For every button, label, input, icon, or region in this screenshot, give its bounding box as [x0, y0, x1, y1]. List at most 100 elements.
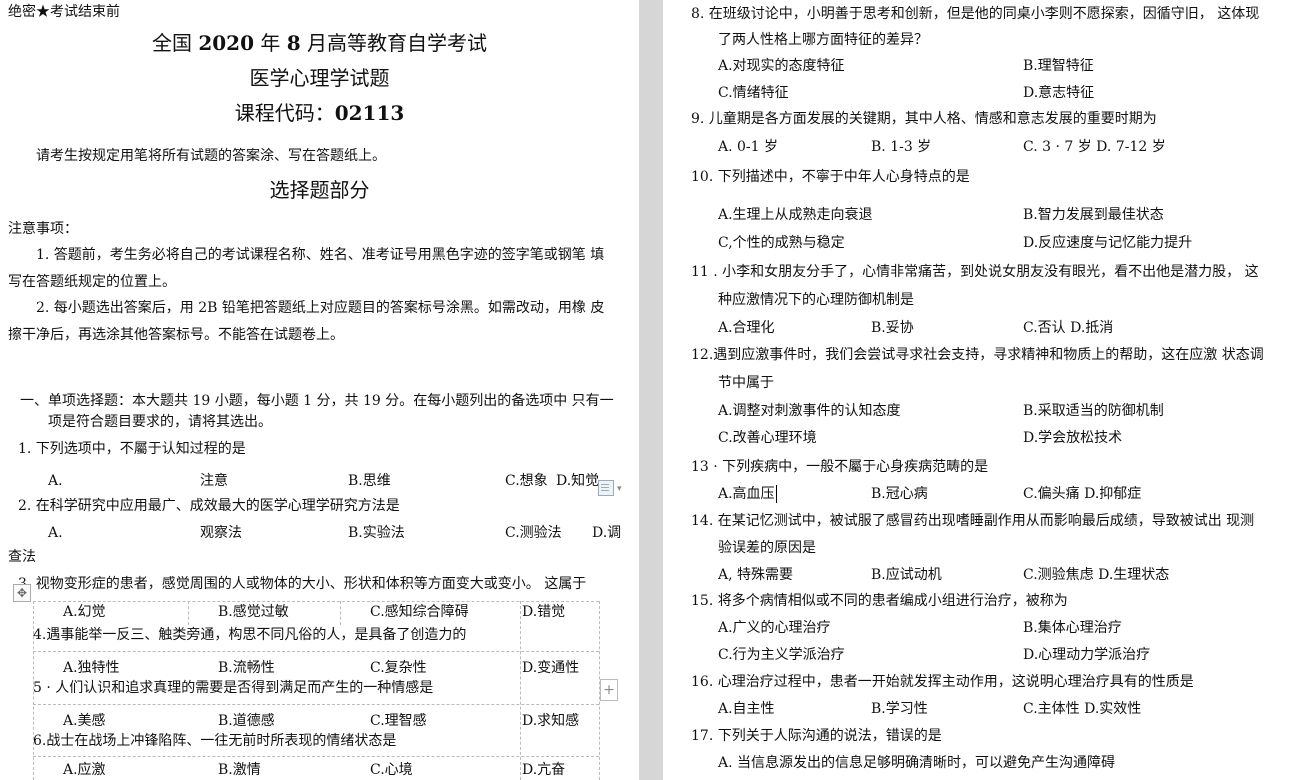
- q15-option-a: A.广义的心理治疗: [718, 620, 831, 636]
- q10-option-a: A.生理上从成熟走向衰退: [718, 207, 873, 223]
- q14-option-a: A, 特殊需要: [718, 567, 794, 583]
- table-gridline: [33, 601, 599, 602]
- q14-option-b: B.应试动机: [871, 567, 942, 583]
- q15-option-d: D.心理动力学派治疗: [1023, 647, 1151, 663]
- table-gridline: [33, 704, 599, 705]
- question-5: 5 · 人们认识和追求真理的需要是否得到满足而产生的一种情感是: [33, 680, 434, 696]
- q15-option-b: B.集体心理治疗: [1023, 620, 1122, 636]
- q3-option-d: D.错觉: [522, 604, 566, 620]
- question-9: 9. 儿童期是各方面发展的关键期，其中人格、情感和意志发展的重要时期为: [691, 111, 1157, 127]
- q5-option-c: C.理智感: [370, 713, 427, 729]
- question-6: 6.战士在战场上冲锋陷阵、一往无前时所表现的情绪状态是: [33, 733, 397, 749]
- question-4: 4.遇事能举一反三、触类旁通，构思不同凡俗的人，是具备了创造力的: [33, 627, 467, 643]
- q4-option-c: C.复杂性: [370, 660, 427, 676]
- confidentiality-label: 绝密★考试结束前: [8, 4, 120, 20]
- q3-option-c: C.感知综合障碍: [370, 604, 469, 620]
- q8-option-d: D.意志特征: [1023, 85, 1095, 101]
- note-1-line-1: 1. 答题前，考生务必将自己的考试课程名称、姓名、准考证号用黑色字迹的签字笔或钢…: [36, 247, 605, 263]
- q2-option-c: C.测验法: [505, 525, 562, 541]
- q5-option-b: B.道德感: [218, 713, 275, 729]
- question-8-line-2: 了两人性格上哪方面特征的差异？: [718, 32, 928, 48]
- q5-option-d: D.求知感: [522, 713, 580, 729]
- question-14-line-2: 验误差的原因是: [718, 540, 816, 556]
- q4-option-d: D.变通性: [522, 660, 580, 676]
- question-12-line-1: 12.遇到应激事件时，我们会尝试寻求社会支持，寻求精神和物质上的帮助，这在应激 …: [691, 347, 1264, 363]
- note-2-line-1: 2. 每小题选出答案后，用 2B 铅笔把答题纸上对应题目的答案标号涂黑。如需改动…: [36, 300, 605, 316]
- q10-option-c: C,个性的成熟与稳定: [718, 235, 845, 251]
- q4-option-b: B.流畅性: [218, 660, 275, 676]
- q2-option-a: A.: [48, 525, 63, 541]
- table-gridline: [33, 756, 599, 757]
- table-gridline: [33, 651, 599, 652]
- q9-option-b: B. 1-3 岁: [871, 139, 932, 155]
- question-16: 16. 心理治疗过程中，患者一开始就发挥主动作用，这说明心理治疗具有的性质是: [691, 674, 1194, 690]
- q10-option-d: D.反应速度与记忆能力提升: [1023, 235, 1193, 251]
- table-add-column-button[interactable]: +: [600, 679, 618, 701]
- notes-title: 注意事项：: [8, 221, 78, 237]
- q11-option-b: B.妥协: [871, 320, 914, 336]
- note-2-line-2: 擦干净后，再选涂其他答案标号。不能答在试题卷上。: [8, 327, 344, 343]
- paste-options-caret-icon[interactable]: ▾: [617, 484, 622, 494]
- q2-option-d-wrap: 查法: [8, 549, 36, 565]
- q13-option-a: A.高血压: [718, 486, 775, 502]
- section-title: 选择题部分: [269, 178, 370, 202]
- question-14-line-1: 14. 在某记忆测试中，被试服了感冒药出现嗜睡副作用从而影响最后成绩，导致被试出…: [691, 513, 1255, 529]
- q16-option-cd: C.主体性 D.实效性: [1023, 701, 1142, 717]
- instruction-text: 请考生按规定用笔将所有试题的答案涂、写在答题纸上。: [36, 148, 386, 164]
- q3-option-a: A.幻觉: [63, 604, 106, 620]
- question-11-line-1: 11 . 小李和女朋友分手了，心情非常痛苦，到处说女朋友没有眼光，看不出他是潜力…: [691, 264, 1259, 280]
- question-2: 2. 在科学研究中应用最广、成效最大的医学心理学研究方法是: [18, 498, 400, 514]
- q6-option-a: A.应激: [63, 762, 106, 778]
- question-1: 1. 下列选项中，不屬于认知过程的是: [18, 441, 246, 457]
- part-1-header-line-1: 一、单项选择题：本大题共 19 小题，每小题 1 分，共 19 分。在每小题列出…: [20, 393, 614, 409]
- q1-option-b: B.思维: [348, 473, 391, 489]
- q12-option-c: C.改善心理环境: [718, 430, 817, 446]
- q11-option-cd: C.否认 D.抵消: [1023, 320, 1114, 336]
- q8-option-c: C.情绪特征: [718, 85, 789, 101]
- table-gridline: [188, 601, 189, 625]
- q1-option-d: D.知觉: [556, 473, 600, 489]
- text-cursor: [776, 485, 777, 503]
- q16-option-b: B.学习性: [871, 701, 928, 717]
- q6-option-b: B.激情: [218, 762, 261, 778]
- q15-option-c: C.行为主义学派治疗: [718, 647, 845, 663]
- exam-title: 全国 2020 年 8 月高等教育自学考试: [151, 31, 488, 55]
- document-page-right: 8. 在班级讨论中，小明善于思考和创新，但是他的同桌小李则不愿探索，因循守旧， …: [663, 0, 1289, 780]
- part-1-header-line-2: 项是符合题目要求的，请将其选出。: [48, 414, 272, 430]
- question-10: 10. 下列描述中，不寧于中年人心身特点的是: [691, 169, 970, 185]
- q8-option-b: B.理智特征: [1023, 58, 1094, 74]
- q1-option-a-text: 注意: [200, 473, 228, 489]
- q11-option-a: A.合理化: [718, 320, 775, 336]
- course-code: 课程代码：02113: [234, 101, 405, 125]
- q17-option-a: A. 当信息源发出的信息足够明确清晰时，可以避免产生沟通障碍: [718, 755, 1116, 771]
- q1-option-a: A.: [48, 473, 63, 489]
- q6-option-c: C.心境: [370, 762, 413, 778]
- note-1-line-2: 写在答题纸规定的位置上。: [8, 274, 176, 290]
- q9-option-cd: C. 3 · 7 岁 D. 7-12 岁: [1023, 139, 1166, 155]
- q12-option-d: D.学会放松技术: [1023, 430, 1123, 446]
- q3-option-b: B.感觉过敏: [218, 604, 289, 620]
- q16-option-a: A.自主性: [718, 701, 775, 717]
- q8-option-a: A.对现实的态度特征: [718, 58, 845, 74]
- q2-option-a-text: 观察法: [200, 525, 242, 541]
- q9-option-a: A. 0-1 岁: [718, 139, 779, 155]
- question-13: 13 · 下列疾病中，一般不屬于心身疾病范畴的是: [691, 459, 989, 475]
- q12-option-a: A.调整对刺激事件的认知态度: [718, 403, 901, 419]
- q6-option-d: D.亢奋: [522, 762, 566, 778]
- q1-option-c: C.想象: [505, 473, 548, 489]
- page-gutter: [639, 0, 663, 780]
- question-15: 15. 将多个病情相似或不同的患者编成小组进行治疗，被称为: [691, 593, 1068, 609]
- q10-option-b: B.智力发展到最佳状态: [1023, 207, 1164, 223]
- table-move-handle-icon[interactable]: ✥: [13, 584, 31, 602]
- q14-option-cd: C.测验焦虑 D.生理状态: [1023, 567, 1170, 583]
- q12-option-b: B.采取适当的防御机制: [1023, 403, 1164, 419]
- q2-option-b: B.实验法: [348, 525, 405, 541]
- q5-option-a: A.美感: [63, 713, 106, 729]
- paste-options-icon[interactable]: [598, 480, 614, 496]
- q13-option-cd: C.偏头痛 D.抑郁症: [1023, 486, 1142, 502]
- question-3: 3. 视物变形症的患者，感觉周围的人或物体的大小、形状和体积等方面变大或变小。 …: [18, 576, 587, 592]
- table-gridline: [520, 601, 521, 780]
- question-11-line-2: 种应激情况下的心理防御机制是: [718, 292, 914, 308]
- q4-option-a: A.独特性: [63, 660, 120, 676]
- question-12-line-2: 节中属于: [718, 375, 774, 391]
